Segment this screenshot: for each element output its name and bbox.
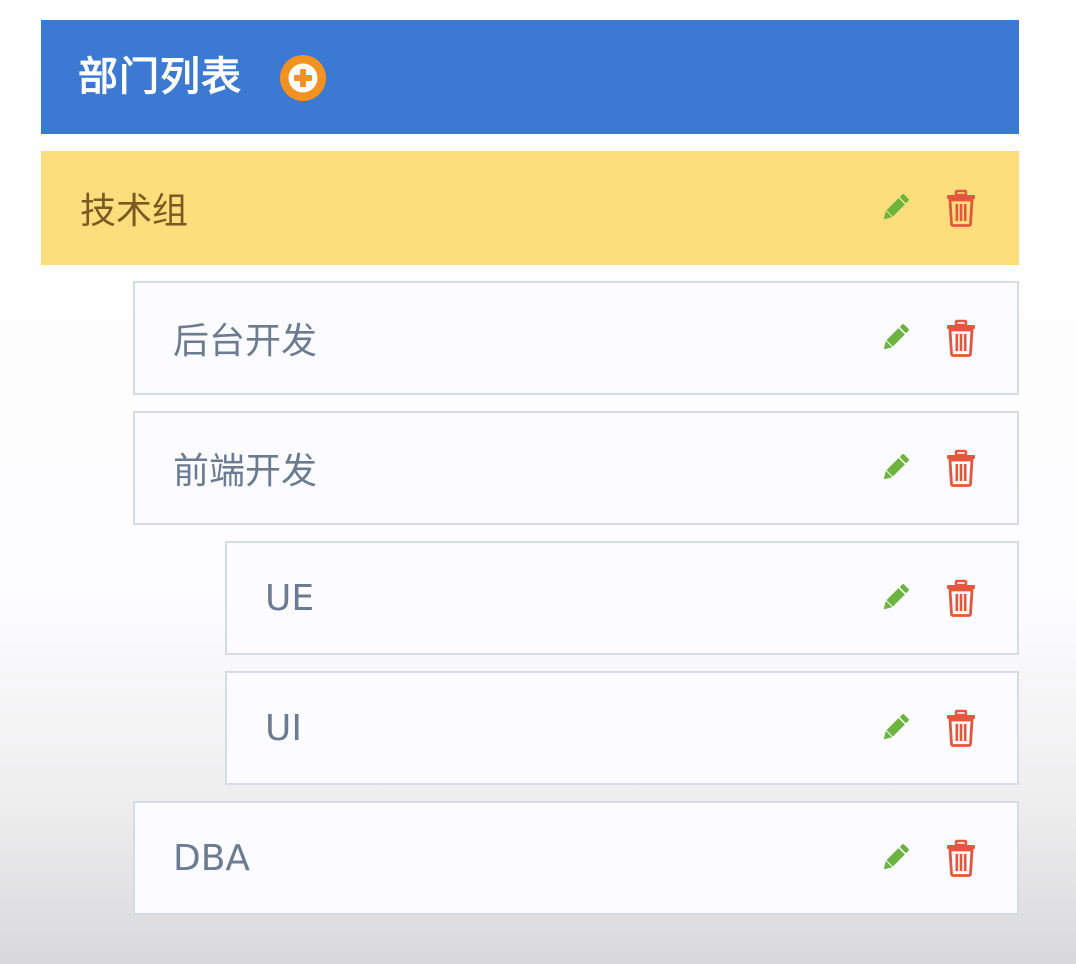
pencil-icon xyxy=(883,324,909,350)
edit-button[interactable] xyxy=(875,448,915,488)
row-actions xyxy=(875,153,981,263)
row-actions xyxy=(875,803,981,913)
department-row-backend[interactable]: 后台开发 xyxy=(133,281,1019,395)
add-department-button[interactable] xyxy=(278,53,328,103)
edit-button[interactable] xyxy=(875,318,915,358)
trash-icon xyxy=(947,319,975,357)
edit-button[interactable] xyxy=(875,188,915,228)
department-row-ue[interactable]: UE xyxy=(225,541,1019,655)
plus-circle-icon xyxy=(280,55,326,101)
department-list-header: 部门列表 xyxy=(41,20,1019,134)
delete-button[interactable] xyxy=(941,188,981,228)
pencil-icon xyxy=(883,584,909,610)
delete-button[interactable] xyxy=(941,318,981,358)
pencil-icon xyxy=(883,714,909,740)
pencil-icon xyxy=(883,844,909,870)
row-actions xyxy=(875,413,981,523)
pencil-icon xyxy=(883,194,909,220)
row-actions xyxy=(875,673,981,783)
pencil-icon xyxy=(883,454,909,480)
trash-icon xyxy=(947,449,975,487)
delete-button[interactable] xyxy=(941,578,981,618)
department-row-tech-group[interactable]: 技术组 xyxy=(41,151,1019,265)
page-title: 部门列表 xyxy=(78,54,242,100)
trash-icon xyxy=(947,189,975,227)
delete-button[interactable] xyxy=(941,448,981,488)
delete-button[interactable] xyxy=(941,708,981,748)
department-name: 后台开发 xyxy=(173,321,318,362)
department-row-frontend[interactable]: 前端开发 xyxy=(133,411,1019,525)
department-name: 前端开发 xyxy=(173,451,318,492)
trash-icon xyxy=(947,839,975,877)
delete-button[interactable] xyxy=(941,838,981,878)
department-name: UE xyxy=(265,577,315,619)
row-actions xyxy=(875,543,981,653)
row-actions xyxy=(875,283,981,393)
department-row-ui[interactable]: UI xyxy=(225,671,1019,785)
department-name: UI xyxy=(265,707,302,749)
trash-icon xyxy=(947,579,975,617)
department-row-dba[interactable]: DBA xyxy=(133,801,1019,915)
trash-icon xyxy=(947,709,975,747)
edit-button[interactable] xyxy=(875,578,915,618)
department-name: 技术组 xyxy=(80,191,189,232)
edit-button[interactable] xyxy=(875,708,915,748)
department-name: DBA xyxy=(173,837,251,879)
edit-button[interactable] xyxy=(875,838,915,878)
